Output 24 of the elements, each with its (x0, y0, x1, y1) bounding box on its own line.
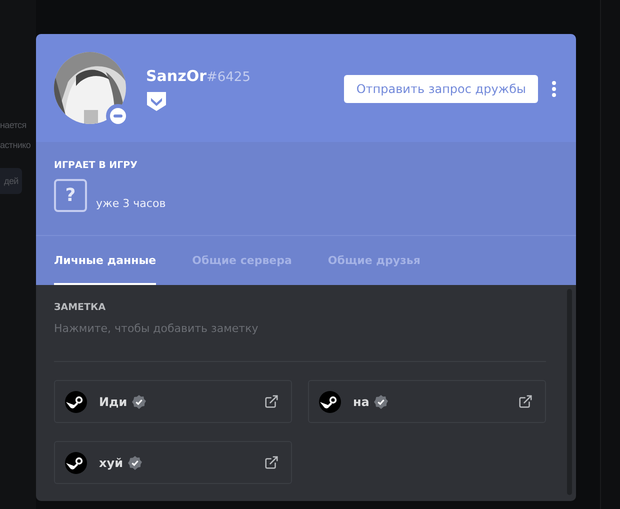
game-icon: ? (54, 179, 87, 212)
external-link-icon[interactable] (518, 394, 533, 409)
account-name: на (353, 394, 370, 408)
note-field[interactable]: Нажмите, чтобы добавить заметку (54, 320, 546, 336)
steam-icon (65, 390, 87, 412)
username: SanzOr (146, 67, 206, 85)
account-name: хуй (99, 456, 123, 470)
discriminator: #6425 (206, 70, 250, 85)
steam-icon (319, 390, 341, 412)
background-text: астнико (0, 140, 31, 150)
activity-header: ИГРАЕТ В ИГРУ (54, 160, 138, 171)
friend-request-button[interactable]: Отправить запрос дружбы (344, 75, 538, 103)
account-name: Иди (99, 394, 128, 408)
tab[interactable]: Личные данные (54, 236, 156, 285)
more-icon[interactable] (552, 81, 556, 97)
external-link-icon[interactable] (264, 394, 279, 409)
steam-icon (65, 452, 87, 474)
background-text: нается (0, 120, 26, 130)
badge-icon (146, 91, 167, 112)
status-icon (110, 108, 126, 124)
elapsed-time: уже 3 часов (96, 197, 166, 210)
external-link-icon[interactable] (264, 455, 279, 470)
background-text: дей (0, 168, 22, 194)
note-label: ЗАМЕТКА (54, 302, 107, 313)
